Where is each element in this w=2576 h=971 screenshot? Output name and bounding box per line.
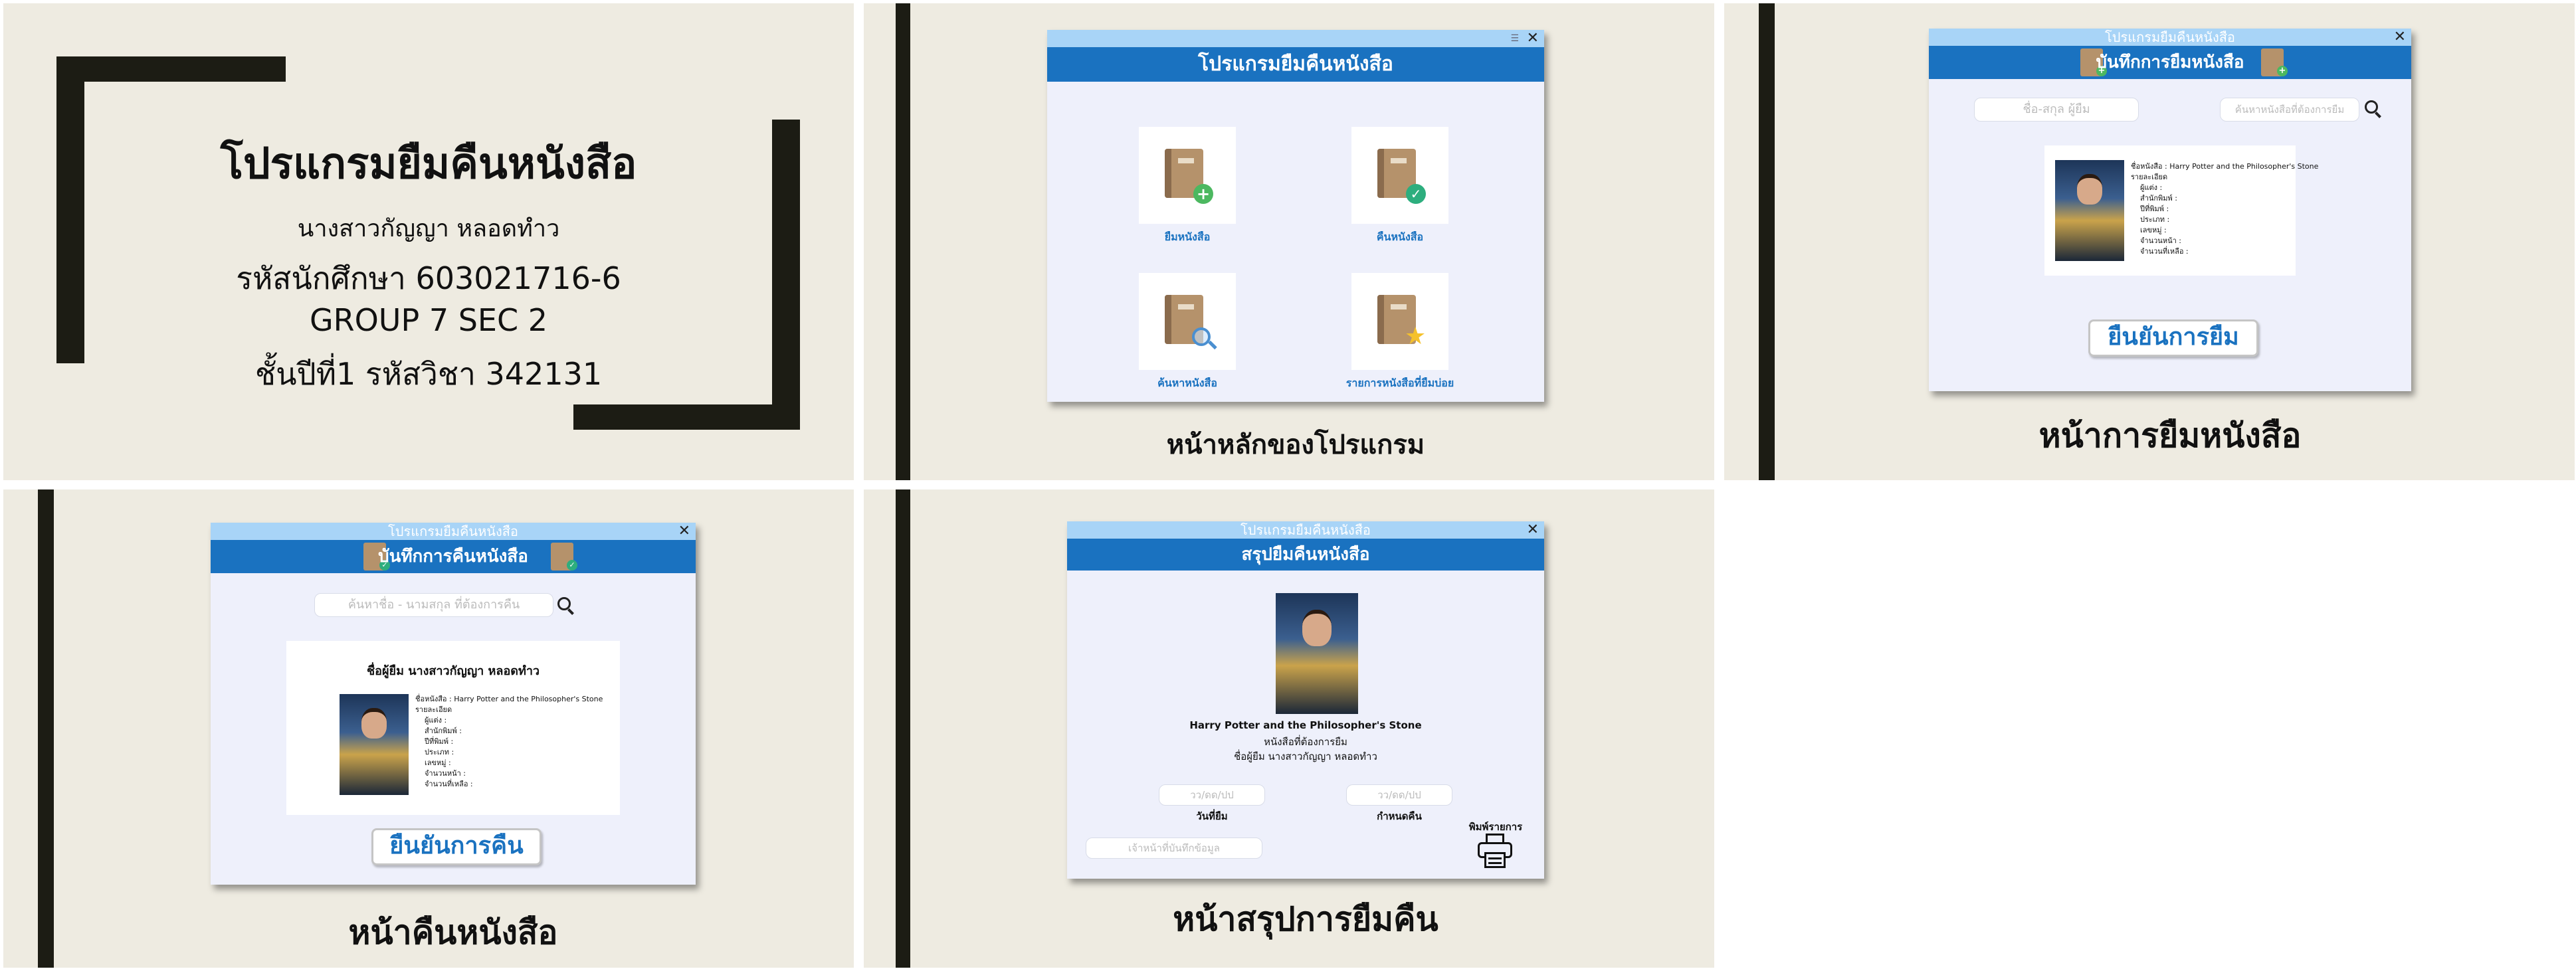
book-info-text: ชื่อหนังสือ : Harry Potter and the Philo… <box>2131 162 2319 256</box>
return-slide: โปรแกรมยืมคืนหนังสือ ✕ ✓ บันทึกการคืนหนั… <box>3 489 854 968</box>
project-title: โปรแกรมยืมคืนหนังสือ <box>220 139 637 189</box>
tile-popular-books[interactable]: ★ <box>1351 273 1448 370</box>
slide-accent-bar <box>1759 3 1775 480</box>
search-icon-handle <box>567 608 574 615</box>
borrower-name: ชื่อผู้ยืม นางสาวกัญญา หลอดทำว <box>366 664 540 678</box>
book-cover-image <box>1276 593 1358 714</box>
frame-left-bar <box>56 56 84 363</box>
slide-caption: หน้าคืนหนังสือ <box>348 913 558 952</box>
book-info-text: ชื่อหนังสือ : Harry Potter and the Philo… <box>415 695 603 788</box>
book-cover-image <box>2055 160 2124 261</box>
student-name: นางสาวกัญญา หลอดทำว <box>297 215 560 242</box>
frame-top-left-bar <box>56 56 286 82</box>
menu-icon[interactable]: ☰ <box>1510 30 1519 47</box>
search-icon-handle <box>2375 112 2381 118</box>
return-detail-card: ชื่อผู้ยืม นางสาวกัญญา หลอดทำว ชื่อหนังส… <box>286 641 620 815</box>
frame-right-bar <box>772 120 800 430</box>
window-title-bar: โปรแกรมยืมคืนหนังสือ ✕ <box>1929 29 2411 46</box>
slide-caption: หน้าการยืมหนังสือ <box>2038 416 2302 455</box>
tile-popular-label[interactable]: รายการหนังสือที่ยืมบ่อย <box>1314 375 1486 392</box>
slide-accent-bar <box>896 489 910 968</box>
header-title: บันทึกการคืนหนังสือ <box>378 547 528 567</box>
borrower-name-field[interactable]: ชื่อ-สกุล ผู้ยืม <box>1974 98 2139 122</box>
book-detail-card: ชื่อหนังสือ : Harry Potter and the Philo… <box>2044 145 2318 276</box>
tile-return-label[interactable]: คืนหนังสือ <box>1334 229 1466 246</box>
tile-search-book[interactable] <box>1139 273 1236 370</box>
book-subtitle: หนังสือที่ต้องการยืม <box>1264 736 1347 748</box>
app-title: โปรแกรมยืมคืนหนังสือ <box>2105 29 2235 45</box>
app-title: โปรแกรมยืมคืนหนังสือ <box>1240 522 1371 538</box>
close-icon[interactable]: ✕ <box>678 523 690 540</box>
tile-borrow-label[interactable]: ยืมหนังสือ <box>1121 229 1254 246</box>
summary-window: โปรแกรมยืมคืนหนังสือ ✕ สรุปยืมคืนหนังสือ… <box>1067 521 1544 879</box>
slide-caption: หน้าหลักของโปรแกรม <box>1166 430 1425 460</box>
slide-accent-bar <box>896 3 910 480</box>
book-search-input[interactable]: ค้นหาหนังสือที่ต้องการยืม <box>2220 98 2359 122</box>
book-title: Harry Potter and the Philosopher's Stone <box>1189 719 1422 731</box>
window-header: ✓ บันทึกการคืนหนังสือ ✓ <box>211 540 696 573</box>
window-title-bar: โปรแกรมยืมคืนหนังสือ ✕ <box>1067 521 1544 539</box>
close-icon[interactable]: ✕ <box>1527 521 1539 539</box>
summary-slide: โปรแกรมยืมคืนหนังสือ ✕ สรุปยืมคืนหนังสือ… <box>864 489 1714 968</box>
slide-caption: หน้าสรุปการยืมคืน <box>1173 900 1438 938</box>
printer-icon[interactable] <box>1476 834 1514 871</box>
print-label: พิมพ์รายการ <box>1468 821 1523 833</box>
magnifier-handle <box>1208 340 1217 350</box>
title-slide: โปรแกรมยืมคืนหนังสือ นางสาวกัญญา หลอดทำว… <box>3 3 854 480</box>
tile-search-label[interactable]: ค้นหาหนังสือ <box>1121 375 1254 392</box>
staff-field[interactable]: เจ้าหน้าที่บันทึกข้อมูล <box>1086 838 1262 859</box>
return-window: โปรแกรมยืมคืนหนังสือ ✕ ✓ บันทึกการคืนหนั… <box>211 523 696 885</box>
check-badge-icon: ✓ <box>567 560 577 571</box>
borrower-search-input[interactable]: ค้นหาชื่อ - นามสกุล ที่ต้องการคืน <box>314 593 553 617</box>
borrower-name: ชื่อผู้ยืม นางสาวกัญญา หลอดทำว <box>1234 750 1377 762</box>
borrow-date-field[interactable]: วว/ดด/ปป <box>1159 784 1265 806</box>
course-info: ชั้นปีที่1 รหัสวิชา 342131 <box>254 356 603 392</box>
window-header: โปรแกรมยืมคืนหนังสือ <box>1047 47 1544 82</box>
app-title: โปรแกรมยืมคืนหนังสือ <box>388 523 518 539</box>
plus-badge-icon: + <box>1193 184 1213 204</box>
tile-return-book[interactable]: ✓ <box>1351 127 1448 224</box>
frame-bottom-right-bar <box>573 404 800 430</box>
main-menu-slide: ☰ ✕ โปรแกรมยืมคืนหนังสือ + ยืมหนังสือ ✓ … <box>864 3 1714 480</box>
group-info: GROUP 7 SEC 2 <box>309 302 547 338</box>
plus-badge-icon: + <box>2277 66 2288 76</box>
student-id: รหัสนักศึกษา 603021716-6 <box>236 260 621 296</box>
window-title-bar: โปรแกรมยืมคืนหนังสือ ✕ <box>211 523 696 540</box>
close-icon[interactable]: ✕ <box>1527 30 1539 47</box>
tile-borrow-book[interactable]: + <box>1139 127 1236 224</box>
confirm-return-button[interactable]: ยืนยันการคืน <box>371 828 542 865</box>
check-badge-icon: ✓ <box>1406 184 1426 204</box>
book-cover-image <box>340 694 409 795</box>
close-icon[interactable]: ✕ <box>2394 29 2406 46</box>
main-window: ☰ ✕ โปรแกรมยืมคืนหนังสือ + ยืมหนังสือ ✓ … <box>1047 30 1544 402</box>
borrow-slide: โปรแกรมยืมคืนหนังสือ ✕ + บันทึกการยืมหนั… <box>1724 3 2575 480</box>
borrow-date-label: วันที่ยืม <box>1196 810 1228 822</box>
window-title-bar: ☰ ✕ <box>1047 30 1544 47</box>
window-header: + บันทึกการยืมหนังสือ + <box>1929 46 2411 79</box>
due-date-label: กำหนดคืน <box>1377 810 1422 822</box>
confirm-borrow-button[interactable]: ยืนยันการยืม <box>2088 319 2258 357</box>
header-title: บันทึกการยืมหนังสือ <box>2096 52 2244 72</box>
star-icon: ★ <box>1405 323 1427 350</box>
slide-accent-bar <box>38 489 54 968</box>
window-header: สรุปยืมคืนหนังสือ <box>1067 539 1544 571</box>
borrow-window: โปรแกรมยืมคืนหนังสือ ✕ + บันทึกการยืมหนั… <box>1929 29 2411 391</box>
due-date-field[interactable]: วว/ดด/ปป <box>1346 784 1452 806</box>
